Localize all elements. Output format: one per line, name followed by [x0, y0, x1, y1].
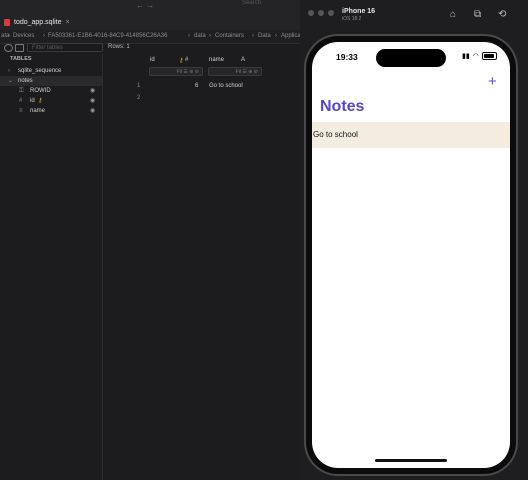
page-title: Notes [320, 98, 365, 115]
battery-icon [481, 52, 497, 60]
top-search-field[interactable]: Search [242, 0, 261, 6]
breadcrumb-item[interactable]: FA503361-E1B6-4016-84C9-414856C26A36 [48, 33, 167, 39]
column-filter-id[interactable]: Fil ☰ ⊕ ⊘ [149, 67, 203, 76]
tables-sidebar: TABLES › sqlite_sequence ⌄ notes ⚿ ROWID… [0, 54, 103, 480]
table-item-sqlite-sequence[interactable]: › sqlite_sequence [0, 66, 102, 76]
home-indicator[interactable] [375, 459, 447, 462]
breadcrumb-item[interactable]: Devices [13, 33, 34, 39]
breadcrumb-separator: › [8, 33, 10, 39]
dynamic-island [376, 49, 446, 67]
primary-key-icon: ⚷ [179, 58, 184, 64]
row-number: 2 [137, 95, 141, 101]
cell-name[interactable]: Go to school [209, 83, 243, 89]
wifi-icon: ◠ [472, 53, 479, 60]
cell-id[interactable]: 6 [195, 83, 198, 89]
os-version: iOS 18.2 [342, 16, 362, 22]
refresh-icon[interactable] [4, 44, 13, 52]
chevron-down-icon[interactable]: ⌄ [8, 76, 13, 86]
filter-tables-input[interactable]: Filter tables [27, 43, 103, 52]
breadcrumb-separator: › [252, 33, 254, 39]
column-item-id[interactable]: # id ⚷ ◉ [0, 96, 102, 106]
simulator-titlebar: iPhone 16 iOS 18.2 ⌂ ⧉ ⟲ [300, 0, 528, 32]
column-item-name[interactable]: ≡ name ◉ [0, 106, 102, 116]
screenshot-icon[interactable]: ⧉ [474, 9, 481, 20]
text-icon: ≡ [19, 108, 23, 114]
chevron-right-icon[interactable]: › [8, 66, 10, 76]
breadcrumb-separator: › [275, 33, 277, 39]
key-icon: ⚿ [19, 88, 24, 94]
home-icon[interactable]: ⌂ [450, 9, 456, 20]
table-item-notes[interactable]: ⌄ notes [0, 76, 102, 86]
tables-header: TABLES [10, 56, 32, 62]
note-text: Go to school [313, 130, 358, 139]
rows-count: Rows: 1 [108, 44, 130, 50]
breadcrumb-separator: › [209, 33, 211, 39]
column-name: id [30, 98, 35, 104]
column-name: ROWID [30, 88, 51, 94]
database-icon [4, 18, 10, 26]
simulator-window: iPhone 16 iOS 18.2 ⌂ ⧉ ⟲ 19:33 ▮▮ ◠ + No… [300, 0, 528, 480]
list-item[interactable]: Go to school [312, 122, 510, 148]
breadcrumb-item[interactable]: Containers [215, 33, 244, 39]
breadcrumb-item[interactable]: Data [258, 33, 271, 39]
breadcrumb-separator: › [43, 33, 45, 39]
column-name: name [30, 108, 46, 114]
column-header-id[interactable]: id [150, 57, 155, 63]
breadcrumb-separator: › [188, 33, 190, 39]
primary-key-icon: ⚷ [38, 98, 43, 104]
table-name: notes [18, 78, 33, 84]
column-header-name[interactable]: name [209, 57, 224, 63]
database-tab[interactable]: todo_app.sqlite × [4, 15, 70, 29]
device-name: iPhone 16 [342, 8, 376, 15]
visibility-icon[interactable]: ◉ [90, 86, 95, 96]
status-time: 19:33 [336, 52, 358, 62]
signal-icon: ▮▮ [462, 53, 470, 60]
status-indicators: ▮▮ ◠ [462, 52, 497, 60]
iphone-frame: 19:33 ▮▮ ◠ + Notes Go to school [306, 36, 516, 474]
row-number: 1 [137, 83, 141, 89]
window-minimize-button[interactable] [318, 10, 324, 16]
column-filter-name[interactable]: Fil ☰ ⊕ ⊘ [208, 67, 262, 76]
visibility-icon[interactable]: ◉ [90, 96, 95, 106]
column-type-icon: A [241, 57, 246, 63]
breadcrumb-item[interactable]: data [194, 33, 206, 39]
copy-icon[interactable] [15, 44, 24, 52]
rotate-icon[interactable]: ⟲ [498, 9, 506, 20]
window-zoom-button[interactable] [328, 10, 334, 16]
visibility-icon[interactable]: ◉ [90, 106, 95, 116]
add-note-button[interactable]: + [488, 74, 497, 89]
nav-arrows-icon[interactable]: ← → [136, 1, 154, 10]
hash-icon: # [19, 98, 23, 104]
window-close-button[interactable] [308, 10, 314, 16]
table-name: sqlite_sequence [18, 68, 62, 74]
column-type-icon: # [185, 57, 189, 63]
database-tab-title: todo_app.sqlite [14, 18, 62, 26]
data-grid: id ⚷ # name A Fil ☰ ⊕ ⊘ Fil ☰ ⊕ ⊘ 1 6 Go… [103, 54, 300, 480]
iphone-screen: 19:33 ▮▮ ◠ + Notes Go to school [312, 42, 510, 468]
close-tab-icon[interactable]: × [65, 19, 69, 26]
column-item-rowid[interactable]: ⚿ ROWID ◉ [0, 86, 102, 96]
